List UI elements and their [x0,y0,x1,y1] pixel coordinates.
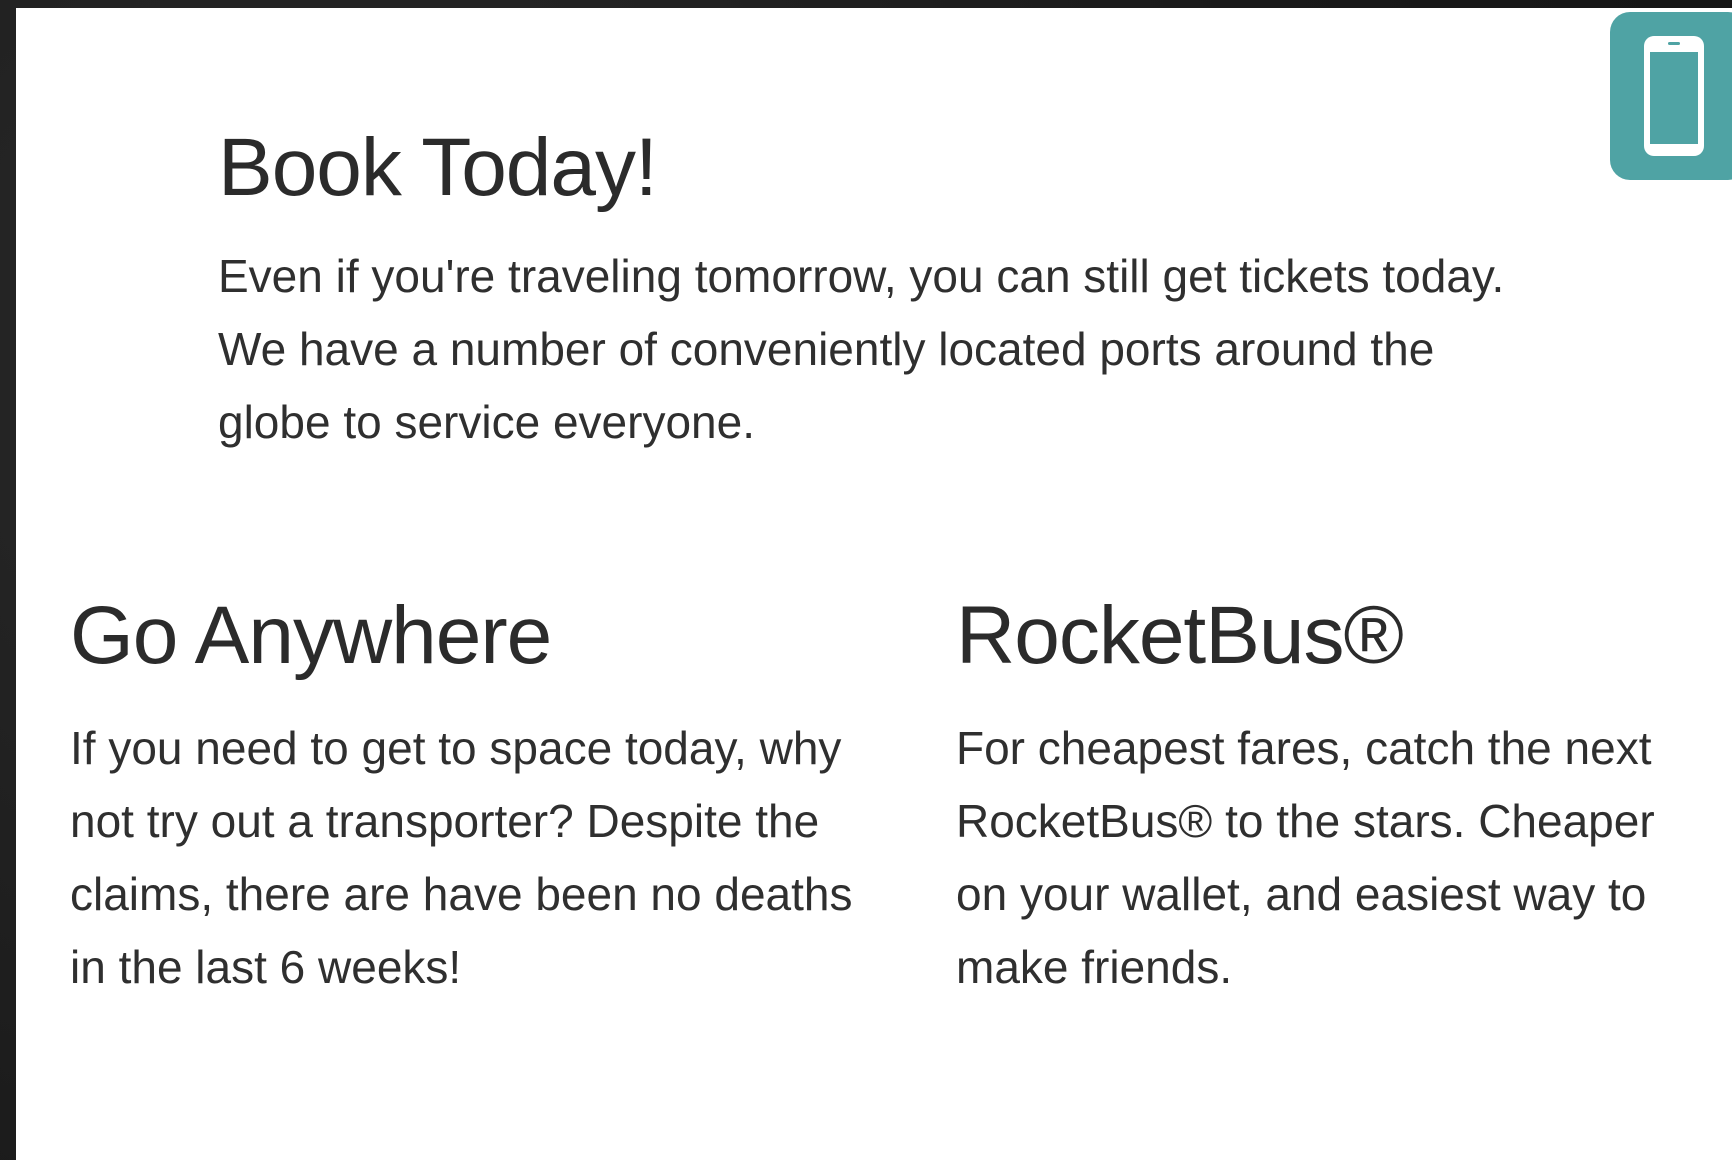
feature-title: RocketBus® [956,590,1404,681]
feature-text: For cheapest fares, catch the next Rocke… [956,722,1655,993]
mobile-view-toggle[interactable] [1610,12,1732,180]
feature-text: If you need to get to space today, why n… [70,722,853,993]
feature-rocketbus: RocketBus® For cheapest fares, catch the… [956,588,1716,1004]
webpage-preview: Book Today! Even if you're traveling tom… [16,8,1732,1160]
smartphone-icon [1644,36,1704,156]
hero-text: Even if you're traveling tomorrow, you c… [218,250,1505,448]
feature-go-anywhere: Go Anywhere If you need to get to space … [70,588,870,1004]
feature-title: Go Anywhere [70,590,552,681]
hero-title: Book Today! [218,122,658,213]
hero-section: Book Today! Even if you're traveling tom… [218,120,1558,459]
presentation-frame: Book Today! Even if you're traveling tom… [0,0,1732,1160]
